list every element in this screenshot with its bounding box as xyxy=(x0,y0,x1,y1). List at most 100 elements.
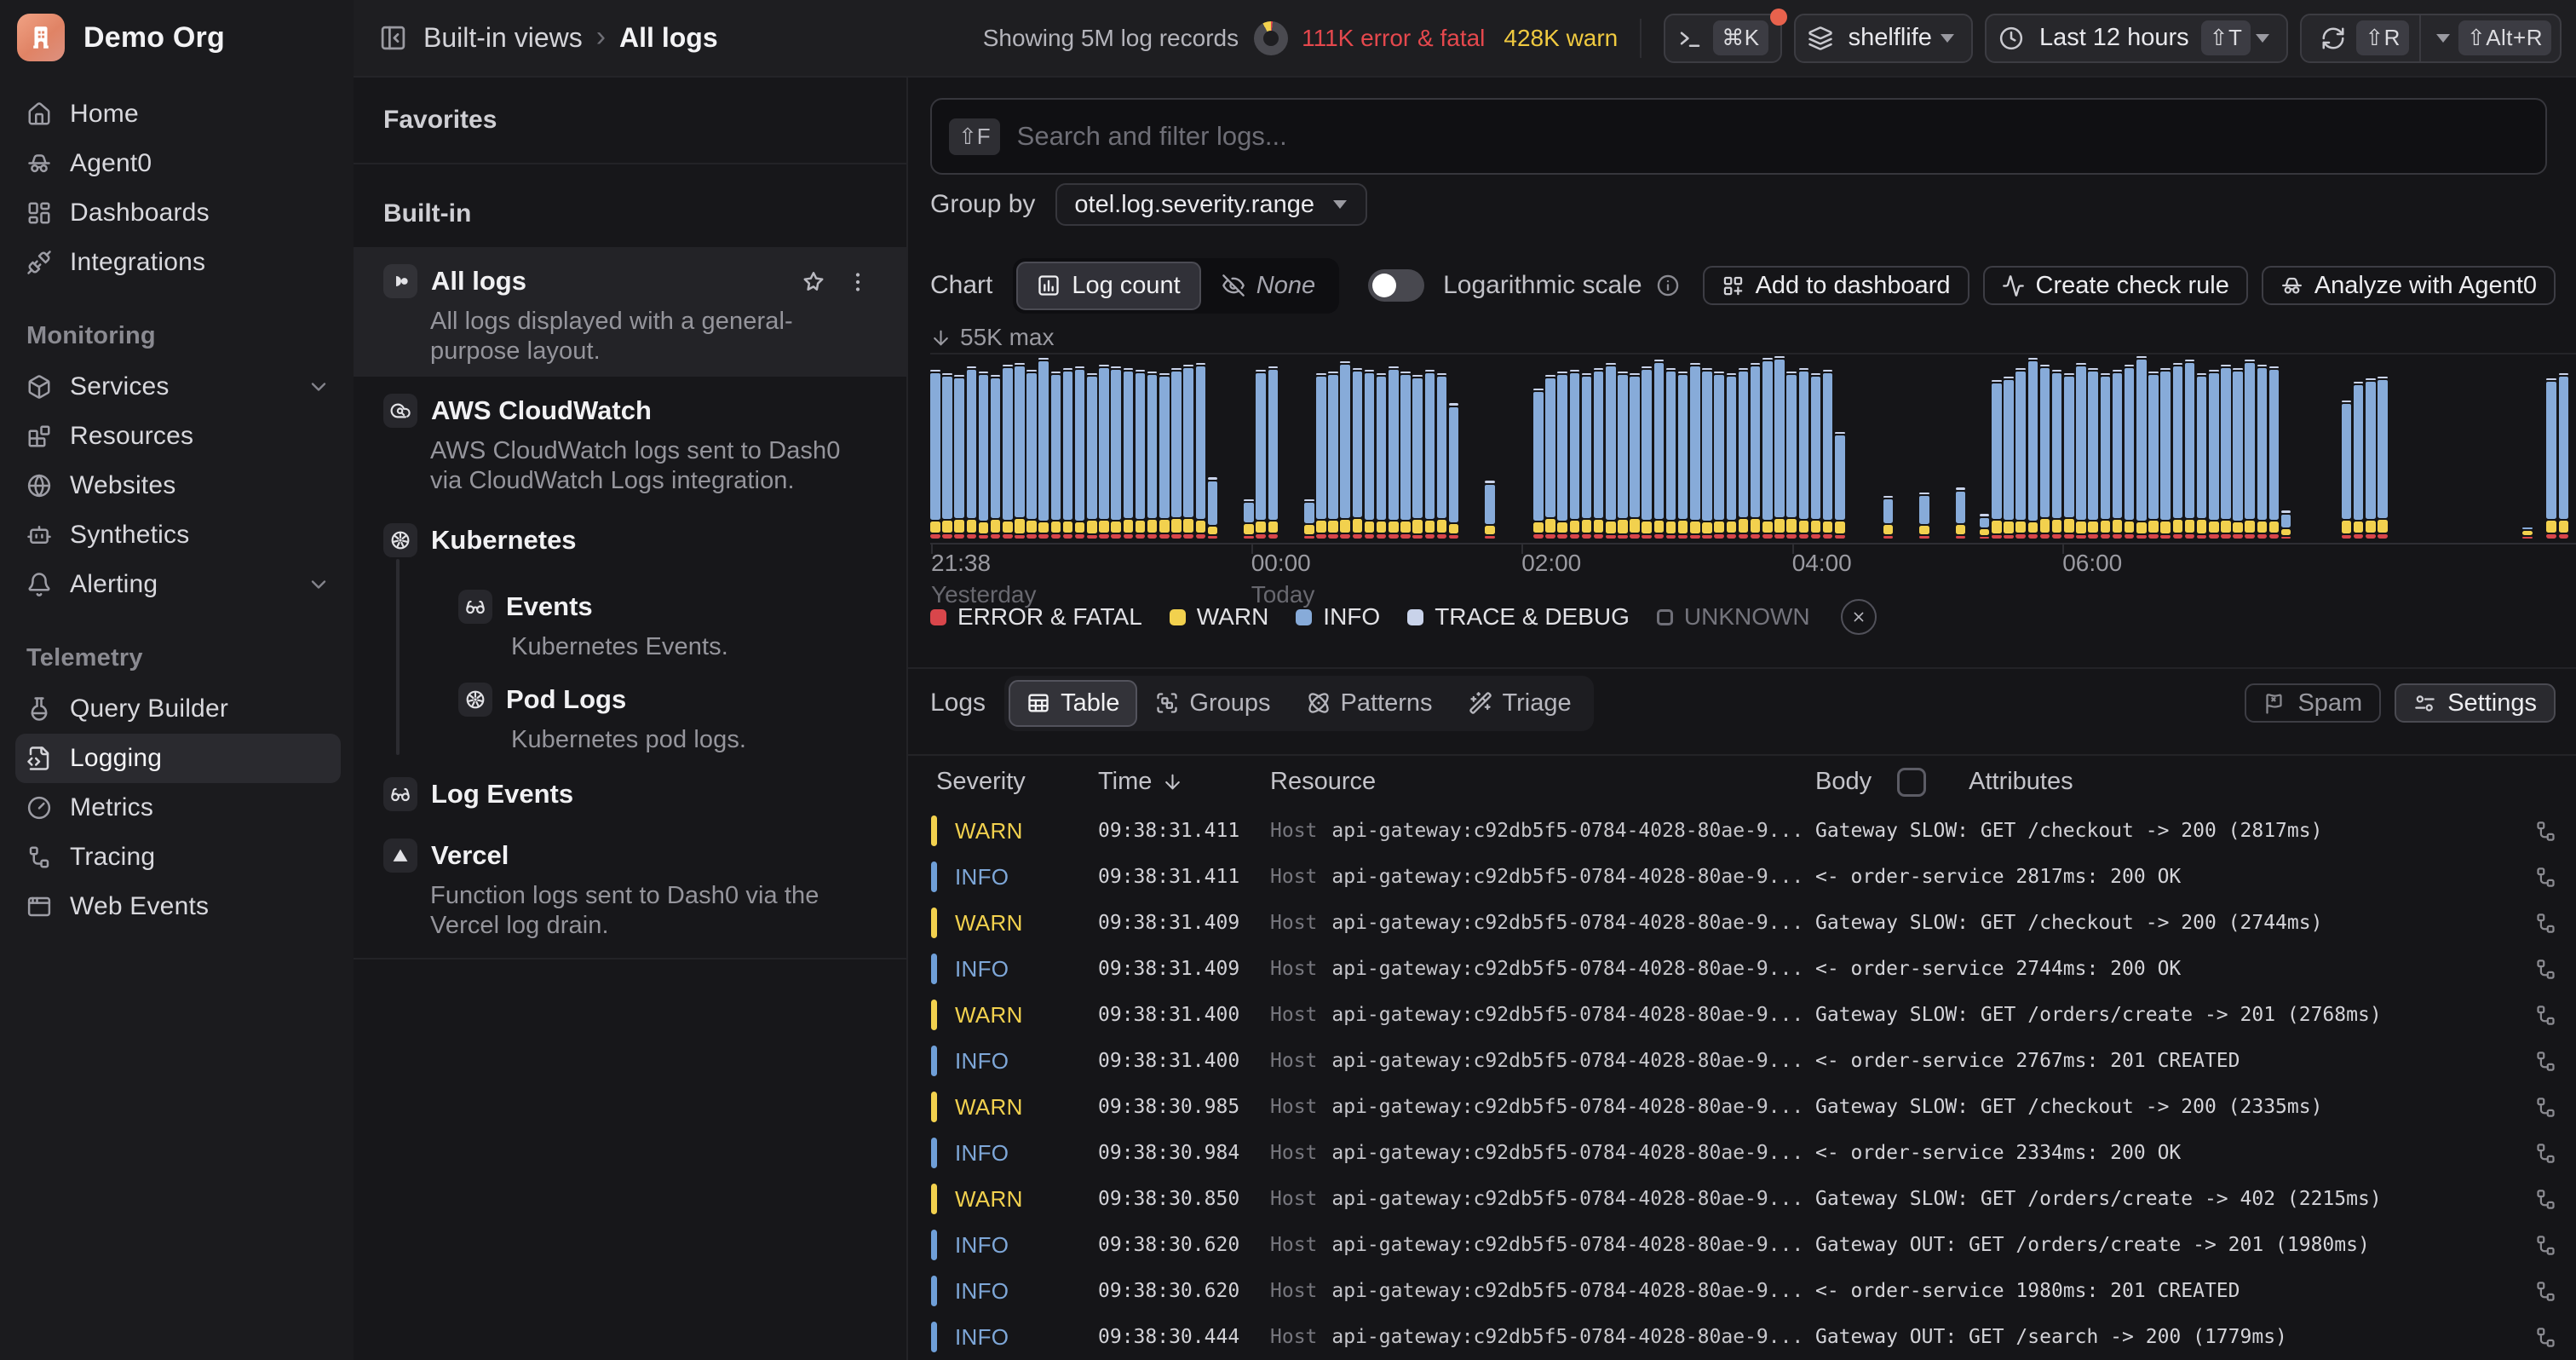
spam-button[interactable]: Spam xyxy=(2245,683,2381,723)
log-row[interactable]: INFO09:38:31.409Hostapi-gateway:c92db5f5… xyxy=(908,946,2576,992)
chart-mode-log-count[interactable]: Log count xyxy=(1016,262,1200,310)
tracing-icon[interactable] xyxy=(2534,1142,2557,1165)
bar-segment-info xyxy=(2015,372,2026,520)
settings-button[interactable]: Settings xyxy=(2395,683,2556,723)
view-item-events[interactable]: EventsKubernetes Events. xyxy=(458,569,881,662)
sidebar-item-metrics[interactable]: Metrics xyxy=(15,783,341,833)
sidebar-item-home[interactable]: Home xyxy=(15,89,341,139)
bar-segment-warn xyxy=(2015,522,2026,532)
tracing-icon[interactable] xyxy=(2534,1188,2557,1211)
legend-item-unknown[interactable]: UNKNOWN xyxy=(1657,603,1810,631)
tracing-icon[interactable] xyxy=(2534,1280,2557,1303)
sidebar-item-alerting[interactable]: Alerting xyxy=(15,560,341,609)
command-menu-button[interactable]: ⌘K xyxy=(1664,14,1781,63)
resource-value: api-gateway:c92db5f5-0784-4028-80ae-9... xyxy=(1331,866,1803,888)
chart-action-add-to-dashboard[interactable]: Add to dashboard xyxy=(1703,266,1969,305)
column-time[interactable]: Time xyxy=(1098,768,1270,796)
breadcrumb-section[interactable]: Built-in views xyxy=(423,22,583,54)
sidebar-item-agent0[interactable]: Agent0 xyxy=(15,139,341,188)
org-switcher[interactable]: Demo Org xyxy=(15,14,341,61)
logs-tab-table[interactable]: Table xyxy=(1009,680,1137,727)
tracing-icon[interactable] xyxy=(2534,912,2557,935)
kebab-menu-icon[interactable] xyxy=(845,269,871,295)
log-severity-cell: INFO xyxy=(908,1046,1098,1076)
bar-segment-warn xyxy=(1702,522,1712,533)
refresh-caret-icon[interactable] xyxy=(2436,34,2450,43)
bar-segment-warn xyxy=(1570,521,1580,533)
legend-item-trace-debug[interactable]: TRACE & DEBUG xyxy=(1407,603,1630,631)
sidebar-item-integrations[interactable]: Integrations xyxy=(15,238,341,287)
log-row[interactable]: INFO09:38:30.984Hostapi-gateway:c92db5f5… xyxy=(908,1130,2576,1176)
chart-bar xyxy=(1377,373,1387,539)
info-icon[interactable] xyxy=(1656,274,1680,297)
log-time-cell: 09:38:31.411 xyxy=(1098,866,1270,888)
chart-bar xyxy=(2040,365,2050,539)
log-row[interactable]: WARN09:38:31.400Hostapi-gateway:c92db5f5… xyxy=(908,992,2576,1038)
log-row[interactable]: INFO09:38:30.620Hostapi-gateway:c92db5f5… xyxy=(908,1268,2576,1314)
group-by-select[interactable]: otel.log.severity.range xyxy=(1055,183,1367,226)
log-row[interactable]: INFO09:38:31.400Hostapi-gateway:c92db5f5… xyxy=(908,1038,2576,1084)
logs-toolbar: Logs TableGroupsPatternsTriage Spam Sett… xyxy=(930,681,2556,725)
cloudwatch-icon-box xyxy=(383,394,417,428)
log-row[interactable]: WARN09:38:31.411Hostapi-gateway:c92db5f5… xyxy=(908,808,2576,854)
sidebar-item-tracing[interactable]: Tracing xyxy=(15,833,341,882)
tracing-icon[interactable] xyxy=(2534,866,2557,889)
log-row[interactable]: WARN09:38:30.850Hostapi-gateway:c92db5f5… xyxy=(908,1176,2576,1222)
bar-segment-warn xyxy=(1762,522,1773,533)
tracing-icon[interactable] xyxy=(2534,820,2557,843)
log-count-chart[interactable] xyxy=(930,353,2576,539)
sidebar-item-resources[interactable]: Resources xyxy=(15,412,341,461)
error-count[interactable]: 111K error & fatal xyxy=(1302,25,1485,52)
sidebar-item-dashboards[interactable]: Dashboards xyxy=(15,188,341,238)
log-row[interactable]: WARN09:38:30.985Hostapi-gateway:c92db5f5… xyxy=(908,1084,2576,1130)
tracing-icon[interactable] xyxy=(2534,1326,2557,1349)
bar-segment-warn xyxy=(1582,520,1592,532)
column-severity[interactable]: Severity xyxy=(908,768,1098,796)
sidebar-item-query-builder[interactable]: Query Builder xyxy=(15,684,341,734)
tracing-icon[interactable] xyxy=(2534,1050,2557,1073)
tracing-icon[interactable] xyxy=(2534,1004,2557,1027)
star-icon[interactable] xyxy=(801,269,826,295)
time-range-button[interactable]: Last 12 hours ⇧T xyxy=(1985,14,2288,63)
sidebar-item-websites[interactable]: Websites xyxy=(15,461,341,510)
logs-tab-groups[interactable]: Groups xyxy=(1137,680,1288,727)
view-item-log-events[interactable]: Log Events xyxy=(354,760,906,821)
view-item-pod-logs[interactable]: Pod LogsKubernetes pod logs. xyxy=(458,662,881,755)
tracing-icon[interactable] xyxy=(2534,1234,2557,1257)
legend-close-button[interactable] xyxy=(1841,599,1877,635)
view-item-vercel[interactable]: VercelFunction logs sent to Dash0 via th… xyxy=(354,821,906,951)
search-placeholder: Search and filter logs... xyxy=(1017,121,1287,152)
column-resource[interactable]: Resource xyxy=(1270,768,1815,796)
collapse-panel-icon[interactable] xyxy=(379,24,407,52)
view-item-aws-cloudwatch[interactable]: AWS CloudWatchAWS CloudWatch logs sent t… xyxy=(354,377,906,506)
sidebar-item-logging[interactable]: Logging xyxy=(15,734,341,783)
chart-action-analyze-with-agent0[interactable]: Analyze with Agent0 xyxy=(2262,266,2556,305)
body-column-label[interactable]: Body xyxy=(1815,768,1872,796)
logs-tab-patterns[interactable]: Patterns xyxy=(1289,680,1451,727)
resource-prefix: Host xyxy=(1270,1326,1317,1348)
sidebar-item-synthetics[interactable]: Synthetics xyxy=(15,510,341,560)
log-row[interactable]: INFO09:38:30.620Hostapi-gateway:c92db5f5… xyxy=(908,1222,2576,1268)
view-item-all-logs[interactable]: All logsAll logs displayed with a genera… xyxy=(354,247,906,377)
workspace-picker-button[interactable]: shelflife xyxy=(1794,14,1973,63)
attributes-checkbox[interactable] xyxy=(1897,768,1926,797)
log-scale-toggle[interactable] xyxy=(1368,269,1424,302)
warn-count[interactable]: 428K warn xyxy=(1504,25,1618,52)
sidebar-item-services[interactable]: Services xyxy=(15,362,341,412)
chart-mode-none[interactable]: None xyxy=(1201,262,1336,310)
log-row[interactable]: INFO09:38:30.444Hostapi-gateway:c92db5f5… xyxy=(908,1314,2576,1360)
sidebar-item-web-events[interactable]: Web Events xyxy=(15,882,341,931)
tracing-icon[interactable] xyxy=(2534,958,2557,981)
log-row[interactable]: WARN09:38:31.409Hostapi-gateway:c92db5f5… xyxy=(908,900,2576,946)
tracing-icon[interactable] xyxy=(2534,1096,2557,1119)
log-row[interactable]: INFO09:38:31.411Hostapi-gateway:c92db5f5… xyxy=(908,854,2576,900)
logs-label: Logs xyxy=(930,689,986,717)
bar-segment-cap xyxy=(1545,375,1555,377)
view-item-kubernetes[interactable]: KubernetesEventsKubernetes Events.Pod Lo… xyxy=(354,506,906,760)
search-input[interactable]: ⇧F Search and filter logs... xyxy=(930,98,2547,175)
refresh-icon[interactable] xyxy=(2320,26,2346,51)
logs-tab-triage[interactable]: Triage xyxy=(1451,680,1590,727)
chevron-down-icon xyxy=(307,573,331,596)
tracing-icon xyxy=(26,844,52,870)
chart-action-create-check-rule[interactable]: Create check rule xyxy=(1983,266,2248,305)
